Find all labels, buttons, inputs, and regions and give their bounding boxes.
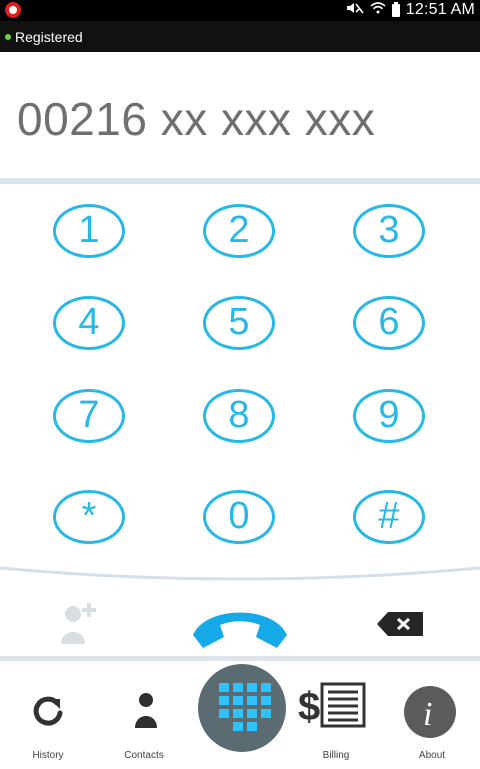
app-notification-icon (5, 2, 21, 18)
keypad-key-5[interactable]: 5 (203, 296, 275, 350)
nav-contacts-label[interactable]: Contacts (104, 750, 184, 761)
keypad-key-2[interactable]: 2 (203, 204, 275, 258)
keypad-key-label: 4 (78, 301, 100, 343)
keypad-key-7[interactable]: 7 (53, 389, 125, 443)
keypad-key-star[interactable]: * (53, 490, 125, 544)
registration-bar: Registered (0, 21, 480, 52)
keypad-key-label: 2 (228, 209, 250, 251)
nav-about-label[interactable]: About (392, 750, 472, 761)
keypad-key-label: 5 (228, 301, 250, 343)
refresh-icon[interactable] (31, 693, 65, 727)
nav-history-label[interactable]: History (8, 750, 88, 761)
keypad-key-label: 8 (228, 394, 250, 436)
dialed-number-display[interactable]: 00216 xx xxx xxx (17, 92, 375, 146)
redacted-status-area (26, 0, 156, 21)
keypad-key-8[interactable]: 8 (203, 389, 275, 443)
status-icons: 12:51 AM (346, 1, 475, 19)
person-icon[interactable] (133, 691, 159, 729)
registration-status-text: Registered (15, 28, 83, 45)
keypad-divider-curve (0, 566, 480, 581)
keypad-key-label: 9 (378, 394, 400, 436)
mute-icon (346, 1, 364, 19)
add-contact-icon[interactable] (59, 600, 101, 646)
keypad-key-9[interactable]: 9 (353, 389, 425, 443)
keypad-key-6[interactable]: 6 (353, 296, 425, 350)
keypad-key-hash[interactable]: # (353, 490, 425, 544)
bottom-navigation-divider (0, 656, 480, 661)
status-bar: 12:51 AM (0, 0, 480, 21)
backspace-icon[interactable] (376, 611, 424, 637)
registered-status-dot-icon (5, 33, 11, 40)
keypad-key-label: 0 (228, 495, 250, 537)
keypad-key-label: 6 (378, 301, 400, 343)
battery-icon (391, 1, 400, 17)
keypad-key-0[interactable]: 0 (203, 490, 275, 544)
dialpad-tab[interactable] (198, 664, 286, 752)
display-divider (0, 178, 480, 184)
call-button[interactable] (190, 595, 290, 651)
billing-icon[interactable]: $ (298, 680, 368, 730)
svg-text:$: $ (298, 685, 320, 729)
status-time: 12:51 AM (405, 1, 475, 18)
keypad-key-label: 1 (78, 209, 100, 251)
info-icon[interactable]: i (403, 685, 457, 739)
dialpad-icon (219, 683, 271, 731)
keypad-key-label: # (378, 495, 400, 537)
keypad-key-1[interactable]: 1 (53, 204, 125, 258)
keypad-key-4[interactable]: 4 (53, 296, 125, 350)
keypad-key-3[interactable]: 3 (353, 204, 425, 258)
keypad-key-label: 7 (78, 394, 100, 436)
svg-text:i: i (423, 696, 432, 733)
keypad-key-label: 3 (378, 209, 400, 251)
nav-billing-label[interactable]: Billing (296, 750, 376, 761)
wifi-icon (370, 1, 386, 19)
keypad-key-label: * (81, 495, 97, 537)
